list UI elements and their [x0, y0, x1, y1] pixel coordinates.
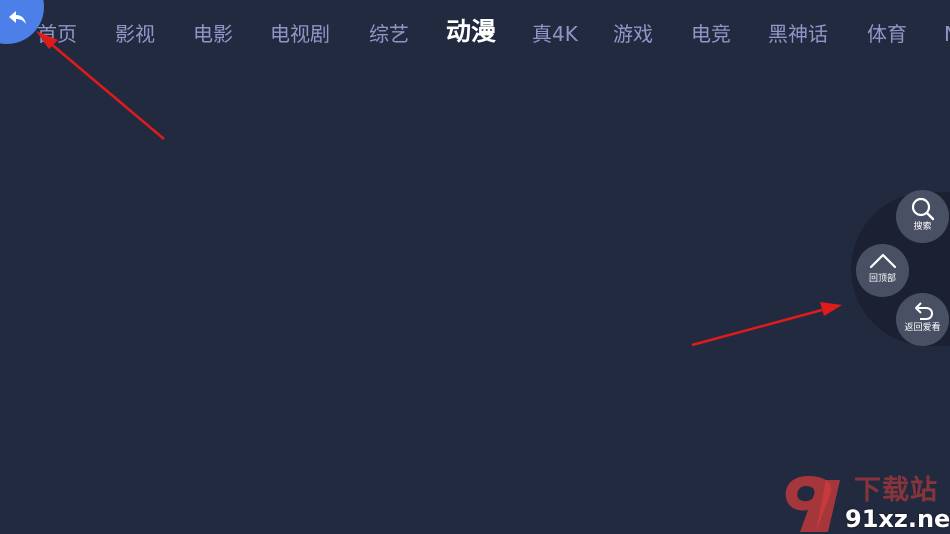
- tab-black-myth[interactable]: 黑神话: [768, 19, 828, 49]
- search-icon: [911, 197, 934, 221]
- tab-real-4k[interactable]: 真4K: [532, 19, 578, 49]
- tab-sports[interactable]: 体育: [867, 19, 907, 49]
- tab-partial[interactable]: N: [944, 19, 950, 49]
- reply-arrow-icon: [9, 11, 26, 24]
- tab-esports[interactable]: 电竞: [691, 19, 731, 49]
- annotation-arrow-to-float-menu: [691, 302, 842, 347]
- tab-movies[interactable]: 电影: [193, 19, 233, 49]
- return-aikan-label: 返回爱看: [904, 323, 941, 333]
- tab-tv-series[interactable]: 电视剧: [270, 19, 330, 49]
- watermark-logo-icon: [785, 476, 840, 532]
- tab-games[interactable]: 游戏: [613, 19, 653, 49]
- tab-anime[interactable]: 动漫: [446, 17, 496, 47]
- chevron-up-icon: [869, 253, 896, 269]
- category-tab-bar: 首页 影视 电影 电视剧 综艺 动漫 真4K 游戏 电竞 黑神话 体育 N: [0, 0, 950, 68]
- annotation-arrows: [36, 31, 842, 347]
- watermark-cn-text: 下载站: [854, 475, 938, 506]
- tab-film-tv[interactable]: 影视: [115, 19, 155, 49]
- back-to-top-label: 回顶部: [868, 274, 896, 284]
- app-screen: 首页 影视 电影 电视剧 综艺 动漫 真4K 游戏 电竞 黑神话 体育 N 搜索…: [0, 0, 950, 534]
- search-label: 搜索: [913, 222, 932, 232]
- watermark-site-text: 91xz.net: [845, 505, 950, 533]
- tab-variety[interactable]: 综艺: [369, 19, 409, 49]
- return-aikan-button[interactable]: 返回爱看: [896, 293, 949, 346]
- undo-arrow-icon: [914, 302, 933, 320]
- back-to-top-button[interactable]: 回顶部: [856, 244, 909, 297]
- floating-action-menu: 搜索 回顶部 返回爱看: [851, 190, 950, 346]
- site-watermark: 下载站 91xz.net: [778, 474, 950, 534]
- search-button[interactable]: 搜索: [896, 190, 949, 243]
- tab-home[interactable]: 首页: [37, 19, 77, 49]
